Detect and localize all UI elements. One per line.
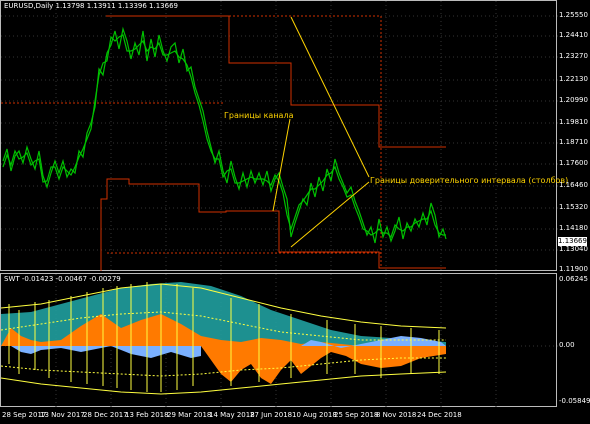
price-tick: 1.22130 — [559, 75, 588, 83]
confidence-interval-label: Границы доверительного интервала (столбо… — [370, 176, 569, 185]
indicator-canvas — [0, 274, 558, 408]
time-tick: 28 Dec 2017 — [83, 411, 128, 419]
time-axis[interactable]: 28 Sep 2017 13 Nov 2017 28 Dec 2017 13 F… — [0, 407, 590, 424]
indicator-axis[interactable]: 0.06245 0.00 -0.05849 — [557, 273, 590, 407]
price-chart-pane[interactable] — [0, 0, 558, 272]
annotation-pointers — [272, 16, 370, 248]
price-chart-canvas — [1, 1, 558, 272]
price-tick: 1.16460 — [559, 181, 588, 189]
time-tick: 10 Aug 2018 — [292, 411, 337, 419]
price-tick: 1.14180 — [559, 224, 588, 232]
orange-area-negative — [201, 346, 446, 384]
indicator-tick: 0.00 — [559, 341, 575, 349]
time-tick: 25 Sep 2018 — [334, 411, 379, 419]
time-tick: 13 Feb 2018 — [125, 411, 169, 419]
time-tick: 8 Nov 2018 — [376, 411, 417, 419]
price-tick: 1.25550 — [559, 11, 588, 19]
price-axis[interactable]: 1.25550 1.24410 1.23270 1.22130 1.20990 … — [557, 0, 590, 273]
indicator-pane[interactable] — [0, 273, 558, 408]
chart-window: EURUSD,Daily 1.13798 1.13911 1.13396 1.1… — [0, 0, 590, 424]
indicator-tick: 0.06245 — [559, 275, 588, 283]
price-tick: 1.23270 — [559, 52, 588, 60]
time-tick: 13 Nov 2017 — [40, 411, 85, 419]
price-tick: 1.17600 — [559, 159, 588, 167]
indicator-tick: -0.05849 — [559, 397, 590, 405]
price-tick: 1.20990 — [559, 96, 588, 104]
symbol-info: EURUSD,Daily 1.13798 1.13911 1.13396 1.1… — [4, 2, 178, 10]
price-tick: 1.19810 — [559, 118, 588, 126]
channel-boundaries-label: Границы канала — [224, 111, 294, 120]
time-tick: 14 May 2018 — [209, 411, 255, 419]
price-tick: 1.24410 — [559, 31, 588, 39]
current-price-label: 1.13669 — [558, 237, 587, 246]
time-tick: 27 Jun 2018 — [250, 411, 293, 419]
price-tick: 1.13040 — [559, 245, 588, 253]
price-tick: 1.11900 — [559, 265, 588, 273]
time-tick: 29 Mar 2018 — [167, 411, 212, 419]
blue-area — [11, 346, 201, 358]
price-tick: 1.15320 — [559, 203, 588, 211]
indicator-info: SWT -0.01423 -0.00467 -0.00279 — [4, 275, 121, 283]
time-tick: 24 Dec 2018 — [417, 411, 462, 419]
price-series — [2, 26, 447, 244]
channel-boundaries — [1, 15, 446, 271]
price-tick: 1.18710 — [559, 138, 588, 146]
